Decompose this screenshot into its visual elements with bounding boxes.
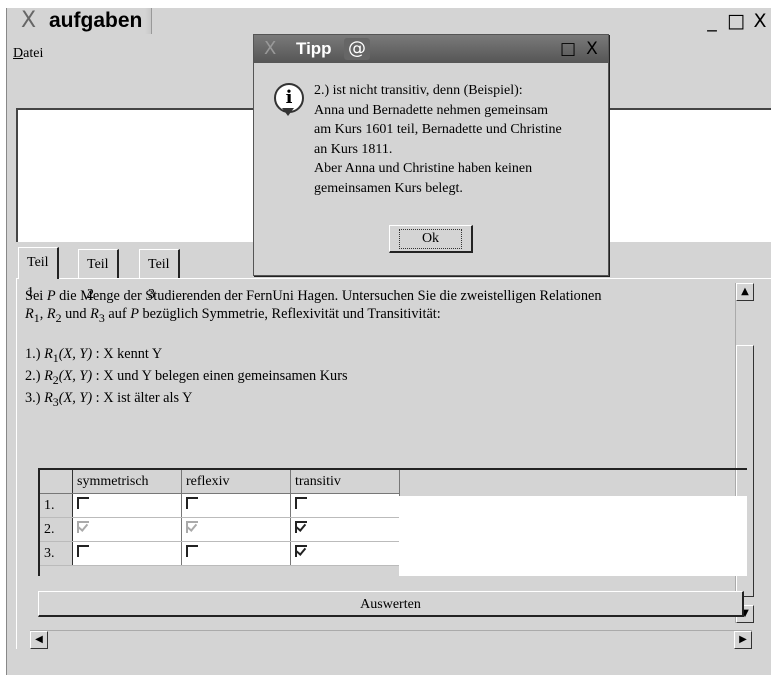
- dialog-title: Tipp: [296, 39, 332, 58]
- left-arrow-icon[interactable]: ◀: [30, 631, 48, 649]
- checkbox-r2-reflexiv[interactable]: [186, 521, 198, 534]
- dialog-message: 2.) ist nicht transitiv, denn (Beispiel)…: [314, 81, 604, 198]
- title-tab-edge: [145, 8, 152, 34]
- checkbox-r3-reflexiv[interactable]: [186, 545, 198, 558]
- table-empty-area: [399, 496, 747, 576]
- window-title: aufgaben: [49, 9, 143, 32]
- row-header: 3.: [40, 541, 73, 566]
- relation-item-1: 1.) R1(X, Y) : X kennt Y: [25, 345, 163, 365]
- close-icon[interactable]: X: [582, 35, 602, 61]
- ok-button-label: Ok: [398, 228, 463, 249]
- window-controls: _ □ X: [702, 8, 770, 34]
- evaluate-button[interactable]: Auswerten: [38, 591, 744, 617]
- corner-cell: [40, 470, 73, 494]
- checkbox-r3-transitiv[interactable]: [295, 545, 307, 558]
- checkbox-r2-symmetrisch[interactable]: [77, 521, 89, 534]
- tip-dialog: X Tipp @ □ X i 2.) ist nicht transitiv, …: [253, 34, 609, 276]
- swirl-icon[interactable]: @: [344, 38, 370, 60]
- description-line-1: Sei P die Menge der Studierenden der Fer…: [25, 288, 602, 304]
- maximize-icon[interactable]: □: [726, 8, 746, 34]
- checkbox-r3-symmetrisch[interactable]: [77, 545, 89, 558]
- column-header[interactable]: reflexiv: [181, 470, 291, 494]
- checkbox-r2-transitiv[interactable]: [295, 521, 307, 534]
- description-line-2: R1, R2 und R3 auf P bezüglich Symmetrie,…: [25, 306, 441, 325]
- ok-button[interactable]: Ok: [389, 225, 473, 253]
- message-line: 2.) ist nicht transitiv, denn (Beispiel)…: [314, 83, 523, 98]
- tab-teil-3[interactable]: Teil 3: [139, 249, 180, 302]
- message-line: gemeinsamen Kurs belegt.: [314, 180, 463, 196]
- tab-teil-1[interactable]: Teil 1: [18, 247, 59, 300]
- table-row: 1.: [40, 493, 400, 518]
- title-bar[interactable]: X aufgaben _ □ X: [7, 8, 771, 34]
- row-header: 1.: [40, 493, 73, 518]
- checkbox-r1-transitiv[interactable]: [295, 497, 307, 510]
- row-header: 2.: [40, 517, 73, 542]
- minimize-icon[interactable]: _: [702, 8, 722, 34]
- column-header[interactable]: transitiv: [290, 470, 400, 494]
- dialog-app-icon: X: [264, 38, 277, 59]
- maximize-icon[interactable]: □: [558, 35, 578, 61]
- menu-datei[interactable]: Datei: [13, 46, 43, 62]
- message-line: Anna und Bernadette nehmen gemeinsam: [314, 102, 549, 118]
- table-row: 3.: [40, 541, 400, 566]
- dialog-window-controls: □ X: [558, 35, 602, 63]
- close-icon[interactable]: X: [750, 8, 770, 34]
- app-x-icon: X: [21, 8, 37, 33]
- relation-item-2: 2.) R2(X, Y) : X und Y belegen einen gem…: [25, 367, 348, 387]
- info-icon-tail: [282, 108, 294, 116]
- tab-teil-2[interactable]: Teil 2: [78, 249, 119, 302]
- checkbox-r1-reflexiv[interactable]: [186, 497, 198, 510]
- table-row: 2.: [40, 517, 400, 542]
- table-header-row: symmetrisch reflexiv transitiv: [40, 470, 400, 494]
- column-header[interactable]: symmetrisch: [72, 470, 182, 494]
- relation-item-3: 3.) R3(X, Y) : X ist älter als Y: [25, 389, 193, 409]
- horizontal-scrollbar[interactable]: ◀ ▶: [30, 630, 752, 649]
- dialog-title-bar[interactable]: X Tipp @ □ X: [254, 35, 608, 63]
- relation-properties-table: symmetrisch reflexiv transitiv 1. 2. 3.: [38, 468, 747, 576]
- right-arrow-icon[interactable]: ▶: [734, 631, 752, 649]
- task-description: Sei P die Menge der Studierenden der Fer…: [25, 287, 745, 410]
- up-arrow-icon[interactable]: ▲: [736, 283, 754, 301]
- message-line: an Kurs 1811.: [314, 141, 393, 157]
- message-line: am Kurs 1601 teil, Bernadette und Christ…: [314, 122, 562, 137]
- message-line: Aber Anna und Christine haben keinen: [314, 161, 533, 176]
- checkbox-r1-symmetrisch[interactable]: [77, 497, 89, 510]
